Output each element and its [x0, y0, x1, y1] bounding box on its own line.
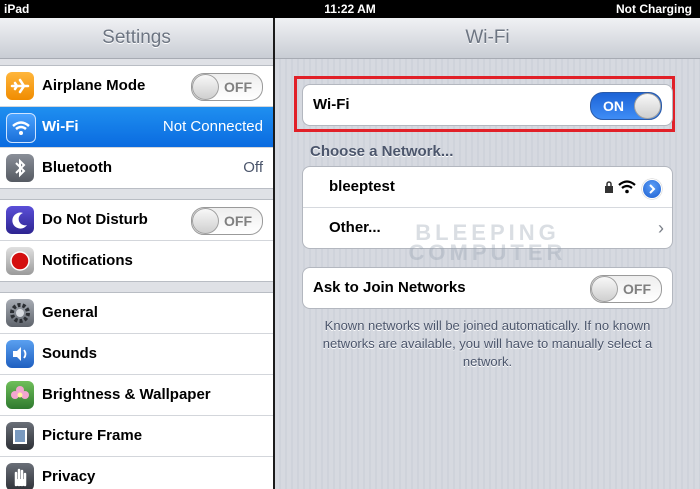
hand-icon: [6, 463, 34, 489]
sidebar-item-airplane-mode[interactable]: Airplane Mode OFF: [0, 66, 273, 106]
settings-group-notifications: Do Not Disturb OFF Notifications: [0, 199, 273, 282]
ask-to-join-group: Ask to Join Networks OFF: [302, 267, 673, 309]
network-name: bleeptest: [329, 178, 395, 195]
sidebar-item-label: Bluetooth: [42, 159, 112, 176]
toggle-state: OFF: [224, 79, 252, 95]
sidebar-item-brightness-wallpaper[interactable]: Brightness & Wallpaper: [0, 374, 273, 415]
network-row-bleeptest[interactable]: bleeptest: [303, 167, 672, 207]
detail-title: Wi-Fi: [275, 18, 700, 59]
toggle-state: OFF: [623, 281, 651, 297]
sidebar-item-general[interactable]: General: [0, 293, 273, 333]
moon-icon: [6, 206, 34, 234]
toggle-knob: [192, 74, 219, 100]
sidebar-item-do-not-disturb[interactable]: Do Not Disturb OFF: [0, 200, 273, 240]
wifi-toggle-row: Wi-Fi ON: [303, 85, 672, 125]
settings-sidebar: Settings Airplane Mode OFF Wi-Fi Not Con…: [0, 18, 273, 489]
sidebar-item-label: Do Not Disturb: [42, 211, 148, 228]
watermark: BLEEPING COMPUTER: [408, 220, 567, 265]
toggle-knob: [634, 93, 661, 119]
wifi-icon: [6, 113, 36, 143]
wifi-switch-group: Wi-Fi ON: [302, 84, 673, 126]
sidebar-item-label: Airplane Mode: [42, 77, 146, 94]
sidebar-item-notifications[interactable]: Notifications: [0, 240, 273, 281]
wifi-detail-pane: Wi-Fi Wi-Fi ON Choose a Network... bleep…: [275, 18, 700, 489]
wifi-toggle[interactable]: ON: [590, 92, 662, 120]
airplane-mode-toggle[interactable]: OFF: [191, 73, 263, 101]
bluetooth-status: Off: [243, 159, 263, 176]
sidebar-item-label: Sounds: [42, 345, 97, 362]
ask-to-join-label: Ask to Join Networks: [313, 279, 466, 296]
sidebar-item-privacy[interactable]: Privacy: [0, 456, 273, 489]
gear-icon: [6, 299, 34, 327]
choose-network-header: Choose a Network...: [310, 143, 454, 160]
sidebar-item-label: Picture Frame: [42, 427, 143, 444]
sidebar-item-label: Notifications: [42, 252, 133, 269]
do-not-disturb-toggle[interactable]: OFF: [191, 207, 263, 235]
toggle-state: OFF: [224, 213, 252, 229]
network-details-button[interactable]: [642, 179, 662, 199]
sidebar-item-wifi[interactable]: Wi-Fi Not Connected: [0, 106, 273, 147]
speaker-icon: [6, 340, 34, 368]
lock-icon: [604, 180, 614, 193]
bluetooth-icon: [6, 154, 34, 182]
notifications-icon: [6, 247, 34, 275]
sidebar-item-label: Brightness & Wallpaper: [42, 386, 211, 403]
sidebar-item-bluetooth[interactable]: Bluetooth Off: [0, 147, 273, 188]
picture-frame-icon: [6, 422, 34, 450]
sidebar-title: Settings: [0, 18, 273, 59]
sidebar-item-label: Privacy: [42, 468, 96, 485]
sidebar-item-picture-frame[interactable]: Picture Frame: [0, 415, 273, 456]
ask-to-join-footer: Known networks will be joined automatica…: [322, 318, 653, 369]
sidebar-item-sounds[interactable]: Sounds: [0, 333, 273, 374]
settings-group-connectivity: Airplane Mode OFF Wi-Fi Not Connected Bl…: [0, 65, 273, 189]
wifi-signal-icon: [618, 180, 636, 194]
sidebar-item-label: General: [42, 304, 98, 321]
ask-to-join-toggle[interactable]: OFF: [590, 275, 662, 303]
wifi-row-label: Wi-Fi: [313, 96, 350, 113]
toggle-knob: [192, 208, 219, 234]
toggle-state: ON: [603, 98, 624, 114]
ask-to-join-row: Ask to Join Networks OFF: [303, 268, 672, 308]
sidebar-item-label: Wi-Fi: [42, 118, 79, 135]
airplane-icon: [6, 72, 34, 100]
clock: 11:22 AM: [324, 2, 376, 16]
flower-icon: [6, 381, 34, 409]
battery-status: Not Charging: [616, 2, 692, 16]
toggle-knob: [591, 276, 618, 302]
status-bar: iPad 11:22 AM Not Charging: [0, 0, 700, 18]
wifi-connection-status: Not Connected: [162, 118, 263, 135]
settings-group-device: General Sounds Brightness & Wallpaper Pi…: [0, 292, 273, 489]
